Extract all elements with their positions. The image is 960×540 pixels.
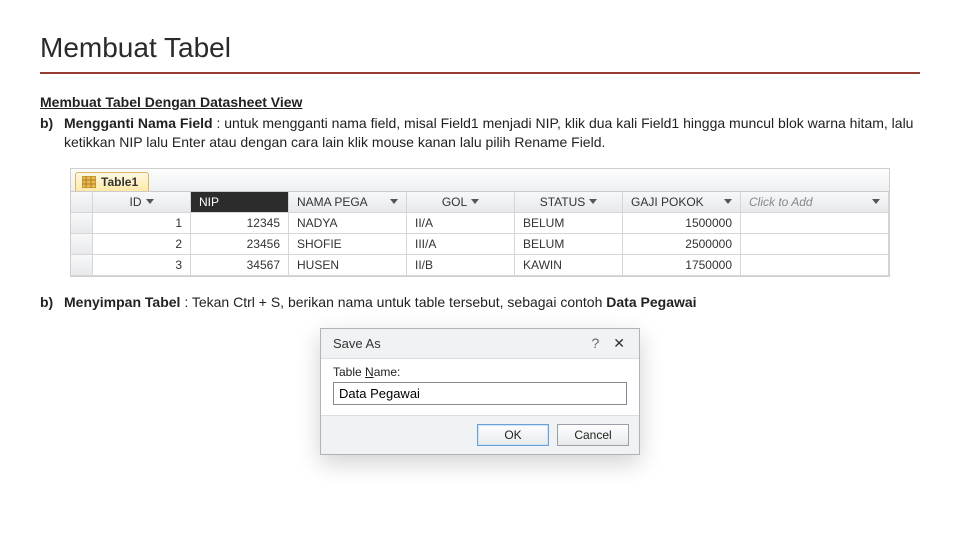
cell-id[interactable]: 1 bbox=[93, 213, 191, 234]
title-divider bbox=[40, 72, 920, 74]
table-name-label: Table Name: bbox=[333, 365, 627, 379]
cell-id[interactable]: 2 bbox=[93, 234, 191, 255]
dropdown-icon bbox=[724, 199, 732, 204]
dropdown-icon bbox=[390, 199, 398, 204]
row-selector[interactable] bbox=[71, 234, 93, 255]
dropdown-icon bbox=[471, 199, 479, 204]
col-header-nip[interactable]: NIP bbox=[191, 192, 289, 213]
dialog-titlebar: Save As ? ✕ bbox=[321, 329, 639, 358]
col-header-gol[interactable]: GOL bbox=[407, 192, 515, 213]
bullet-item-1: b) Mengganti Nama Field : untuk menggant… bbox=[40, 114, 920, 152]
dialog-title-text: Save As bbox=[333, 336, 381, 351]
dropdown-icon bbox=[589, 199, 597, 204]
cell-gol[interactable]: II/B bbox=[407, 255, 515, 276]
cell-id[interactable]: 3 bbox=[93, 255, 191, 276]
table-name-input[interactable] bbox=[333, 382, 627, 405]
row-selector[interactable] bbox=[71, 213, 93, 234]
close-icon[interactable]: ✕ bbox=[607, 335, 631, 352]
datasheet-tab-label: Table1 bbox=[101, 175, 138, 189]
cell-nama[interactable]: SHOFIE bbox=[289, 234, 407, 255]
help-icon[interactable]: ? bbox=[583, 335, 607, 351]
cell-gaji[interactable]: 2500000 bbox=[623, 234, 741, 255]
cell-status[interactable]: KAWIN bbox=[515, 255, 623, 276]
col-header-id[interactable]: ID bbox=[93, 192, 191, 213]
bullet-lead: Mengganti Nama Field bbox=[64, 115, 213, 131]
cell-nama[interactable]: HUSEN bbox=[289, 255, 407, 276]
cell-gol[interactable]: III/A bbox=[407, 234, 515, 255]
cell-status[interactable]: BELUM bbox=[515, 234, 623, 255]
cell-empty[interactable] bbox=[741, 234, 889, 255]
row-selector-header[interactable] bbox=[71, 192, 93, 213]
bullet-item-2: b) Menyimpan Tabel : Tekan Ctrl + S, ber… bbox=[40, 293, 920, 312]
dropdown-icon bbox=[872, 199, 880, 204]
col-header-status[interactable]: STATUS bbox=[515, 192, 623, 213]
section-heading: Membuat Tabel Dengan Datasheet View bbox=[40, 94, 920, 110]
col-header-nama[interactable]: NAMA PEGA bbox=[289, 192, 407, 213]
datasheet-tabbar: Table1 bbox=[71, 169, 889, 192]
cell-empty[interactable] bbox=[741, 255, 889, 276]
row-selector[interactable] bbox=[71, 255, 93, 276]
cell-gaji[interactable]: 1500000 bbox=[623, 213, 741, 234]
bullet-lead: Menyimpan Tabel bbox=[64, 294, 180, 310]
datasheet-tab[interactable]: Table1 bbox=[75, 172, 149, 191]
page-title: Membuat Tabel bbox=[40, 32, 920, 64]
dropdown-icon bbox=[146, 199, 154, 204]
datasheet-view: Table1 ID NIP NAMA PEGA GOL STATUS GAJI … bbox=[70, 168, 890, 277]
bullet-tail: Data Pegawai bbox=[606, 294, 696, 310]
bullet-letter: b) bbox=[40, 114, 64, 152]
col-header-gaji[interactable]: GAJI POKOK bbox=[623, 192, 741, 213]
cell-nip[interactable]: 23456 bbox=[191, 234, 289, 255]
cell-gol[interactable]: II/A bbox=[407, 213, 515, 234]
cell-gaji[interactable]: 1750000 bbox=[623, 255, 741, 276]
table-icon bbox=[82, 176, 96, 188]
cancel-button[interactable]: Cancel bbox=[557, 424, 629, 446]
save-as-dialog: Save As ? ✕ Table Name: OK Cancel bbox=[320, 328, 640, 455]
ok-button[interactable]: OK bbox=[477, 424, 549, 446]
cell-empty[interactable] bbox=[741, 213, 889, 234]
cell-nip[interactable]: 12345 bbox=[191, 213, 289, 234]
cell-nip[interactable]: 34567 bbox=[191, 255, 289, 276]
bullet-letter: b) bbox=[40, 293, 64, 312]
col-header-add[interactable]: Click to Add bbox=[741, 192, 889, 213]
cell-status[interactable]: BELUM bbox=[515, 213, 623, 234]
bullet-mid: : Tekan Ctrl + S, berikan nama untuk tab… bbox=[180, 294, 606, 310]
cell-nama[interactable]: NADYA bbox=[289, 213, 407, 234]
